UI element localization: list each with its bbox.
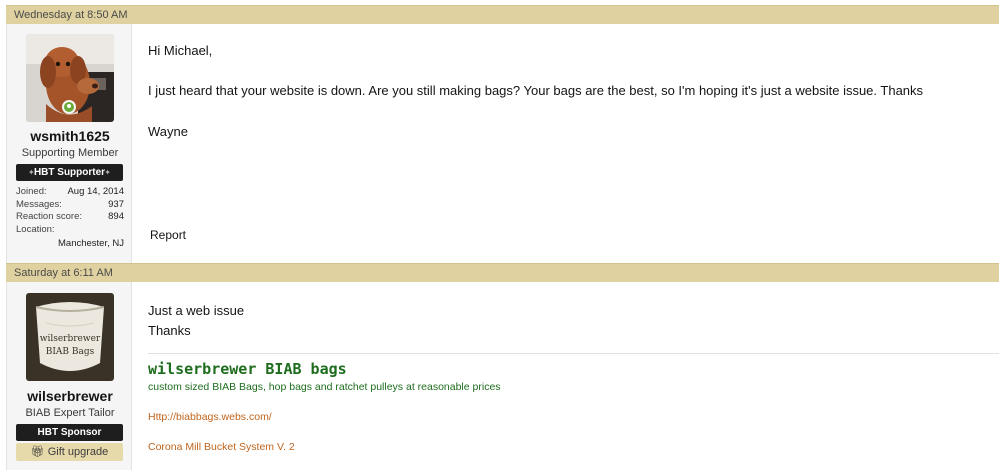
user-title: Supporting Member xyxy=(21,147,119,159)
user-sidebar: wilserbrewer BIAB Bags wilserbrewer BIAB… xyxy=(6,282,132,470)
location-value[interactable]: Manchester, NJ xyxy=(58,238,124,251)
signature-link-website[interactable]: Http://biabbags.webs.com/ xyxy=(148,411,272,423)
post-timestamp-header: Saturday at 6:11 AM xyxy=(6,263,999,282)
stat-label: Messages: xyxy=(16,198,62,210)
message-line-1: Just a web issue xyxy=(148,303,245,318)
stat-value: 894 xyxy=(108,211,124,222)
post-2: wilserbrewer BIAB Bags wilserbrewer BIAB… xyxy=(6,282,999,470)
banner-label: HBT Supporter xyxy=(33,167,106,178)
signature-tagline: custom sized BIAB Bags, hop bags and rat… xyxy=(148,381,501,393)
sparkle-icon: ✦ xyxy=(104,168,111,177)
avatar-text-line2: BIAB Bags xyxy=(46,347,95,357)
message-body: I just heard that your website is down. … xyxy=(148,83,924,98)
stat-row-messages: Messages: 937 xyxy=(16,199,124,212)
stat-value[interactable]: 937 xyxy=(108,199,124,212)
user-signature: wilserbrewer BIAB bags custom sized BIAB… xyxy=(148,353,999,470)
post-1: wsmith1625 Supporting Member ✦ HBT Suppo… xyxy=(6,24,999,263)
user-title: BIAB Expert Tailor xyxy=(25,407,115,419)
gift-upgrade-label: Gift upgrade xyxy=(47,446,109,458)
message-greeting: Hi Michael, xyxy=(148,43,213,58)
biab-bag-avatar-image: wilserbrewer BIAB Bags xyxy=(26,293,114,381)
message-line-2: Thanks xyxy=(148,323,191,338)
message-signoff: Wayne xyxy=(148,124,188,139)
post-timestamp[interactable]: Saturday at 6:11 AM xyxy=(14,267,113,279)
banner-label: HBT Sponsor xyxy=(37,427,102,438)
user-banner: ✦ HBT Supporter ✦ xyxy=(16,164,123,181)
post-timestamp[interactable]: Wednesday at 8:50 AM xyxy=(14,9,128,21)
username[interactable]: wilserbrewer xyxy=(7,388,133,404)
signature-link-corona-mill[interactable]: Corona Mill Bucket System V. 2 xyxy=(148,441,295,453)
stat-label: Joined: xyxy=(16,186,47,197)
stat-label: Reaction score: xyxy=(16,211,83,222)
location-value-row: Manchester, NJ xyxy=(16,238,124,251)
signature-title: wilserbrewer BIAB bags xyxy=(148,360,347,378)
stat-row-location: Location: xyxy=(16,224,124,237)
online-status-icon xyxy=(62,100,76,114)
stat-row-reaction-score: Reaction score: 894 xyxy=(16,211,124,224)
stat-row-joined: Joined: Aug 14, 2014 xyxy=(16,186,124,199)
username[interactable]: wsmith1625 xyxy=(7,128,133,144)
post-timestamp-header: Wednesday at 8:50 AM xyxy=(6,5,999,24)
report-link[interactable]: Report xyxy=(150,228,186,242)
gift-icon: 🎁︎ xyxy=(30,446,45,458)
avatar[interactable]: wilserbrewer BIAB Bags xyxy=(26,293,114,381)
stat-value: Aug 14, 2014 xyxy=(67,186,124,197)
avatar-text-line1: wilserbrewer xyxy=(40,334,101,344)
sparkle-icon: ✦ xyxy=(28,168,35,177)
stat-label: Location: xyxy=(16,223,55,235)
user-sidebar: wsmith1625 Supporting Member ✦ HBT Suppo… xyxy=(6,24,132,263)
user-stats: Joined: Aug 14, 2014 Messages: 937 React… xyxy=(16,186,124,251)
gift-upgrade-button[interactable]: 🎁︎ Gift upgrade xyxy=(16,443,123,461)
user-banner: HBT Sponsor xyxy=(16,424,123,441)
